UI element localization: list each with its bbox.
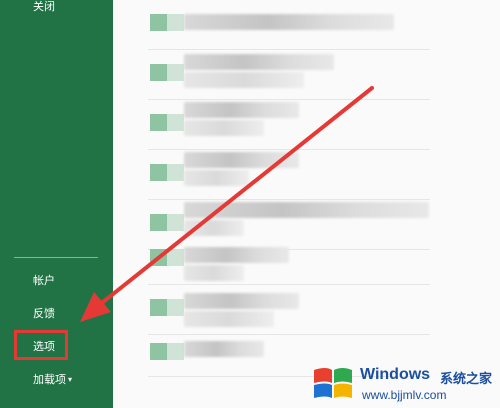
watermark-title-cn: 系统之家	[440, 372, 493, 387]
watermark-title: Windows	[360, 366, 431, 383]
arrow-shaft	[96, 86, 374, 308]
pointer-arrow-annotation	[80, 86, 374, 322]
arrow-head	[80, 292, 111, 322]
watermark-url: www.bjjmlv.com	[362, 388, 447, 402]
site-watermark: Windows 系统之家 www.bjjmlv.com	[310, 360, 500, 408]
windows-logo-icon	[314, 368, 352, 398]
